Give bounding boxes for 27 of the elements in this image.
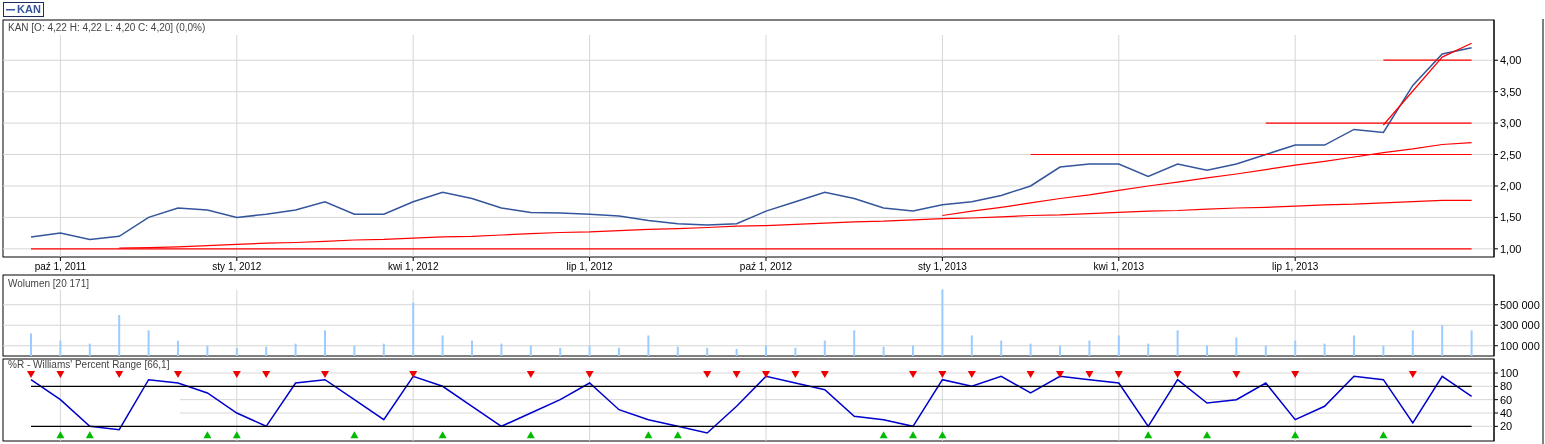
axis-label: sty 1, 2013	[917, 261, 967, 272]
axis-label: 2,00	[1500, 179, 1522, 192]
axis-label: 40	[1500, 407, 1513, 419]
axis-label: paź 1, 2011	[34, 261, 87, 272]
axis-label: 60	[1500, 393, 1513, 406]
chart-title: Wolumen [20 171]	[8, 278, 89, 289]
axis-label: 3,50	[1500, 85, 1522, 98]
series-label: KAN	[17, 4, 41, 15]
axis-label: 3,00	[1500, 117, 1522, 130]
chart-title: KAN [O: 4,22 H: 4,22 L: 4,20 C: 4,20] (0,0%)	[8, 22, 206, 33]
axis-label: 1,00	[1500, 242, 1522, 255]
axis-label: 1,50	[1500, 211, 1522, 224]
axis-label: kwi 1, 2012	[387, 261, 439, 272]
axis-label: 500 000	[1500, 298, 1540, 311]
axis-label: sty 1, 2012	[212, 261, 262, 272]
axis-label: lip 1, 2012	[566, 261, 613, 272]
chart-title: %R - Williams' Percent Range [66,1]	[8, 359, 170, 370]
axis-label: kwi 1, 2013	[1093, 261, 1145, 272]
axis-label: 100	[1500, 367, 1519, 379]
axis-label: 300 000	[1500, 319, 1540, 332]
axis-label: 80	[1500, 380, 1513, 393]
axis-label: lip 1, 2013	[1272, 261, 1319, 272]
axis-label: 4,00	[1500, 54, 1522, 67]
axis-label: 100 000	[1500, 339, 1540, 352]
axis-label: paź 1, 2012	[739, 261, 793, 272]
axis-label: 20	[1500, 420, 1513, 433]
axis-label: 2,50	[1500, 148, 1522, 161]
